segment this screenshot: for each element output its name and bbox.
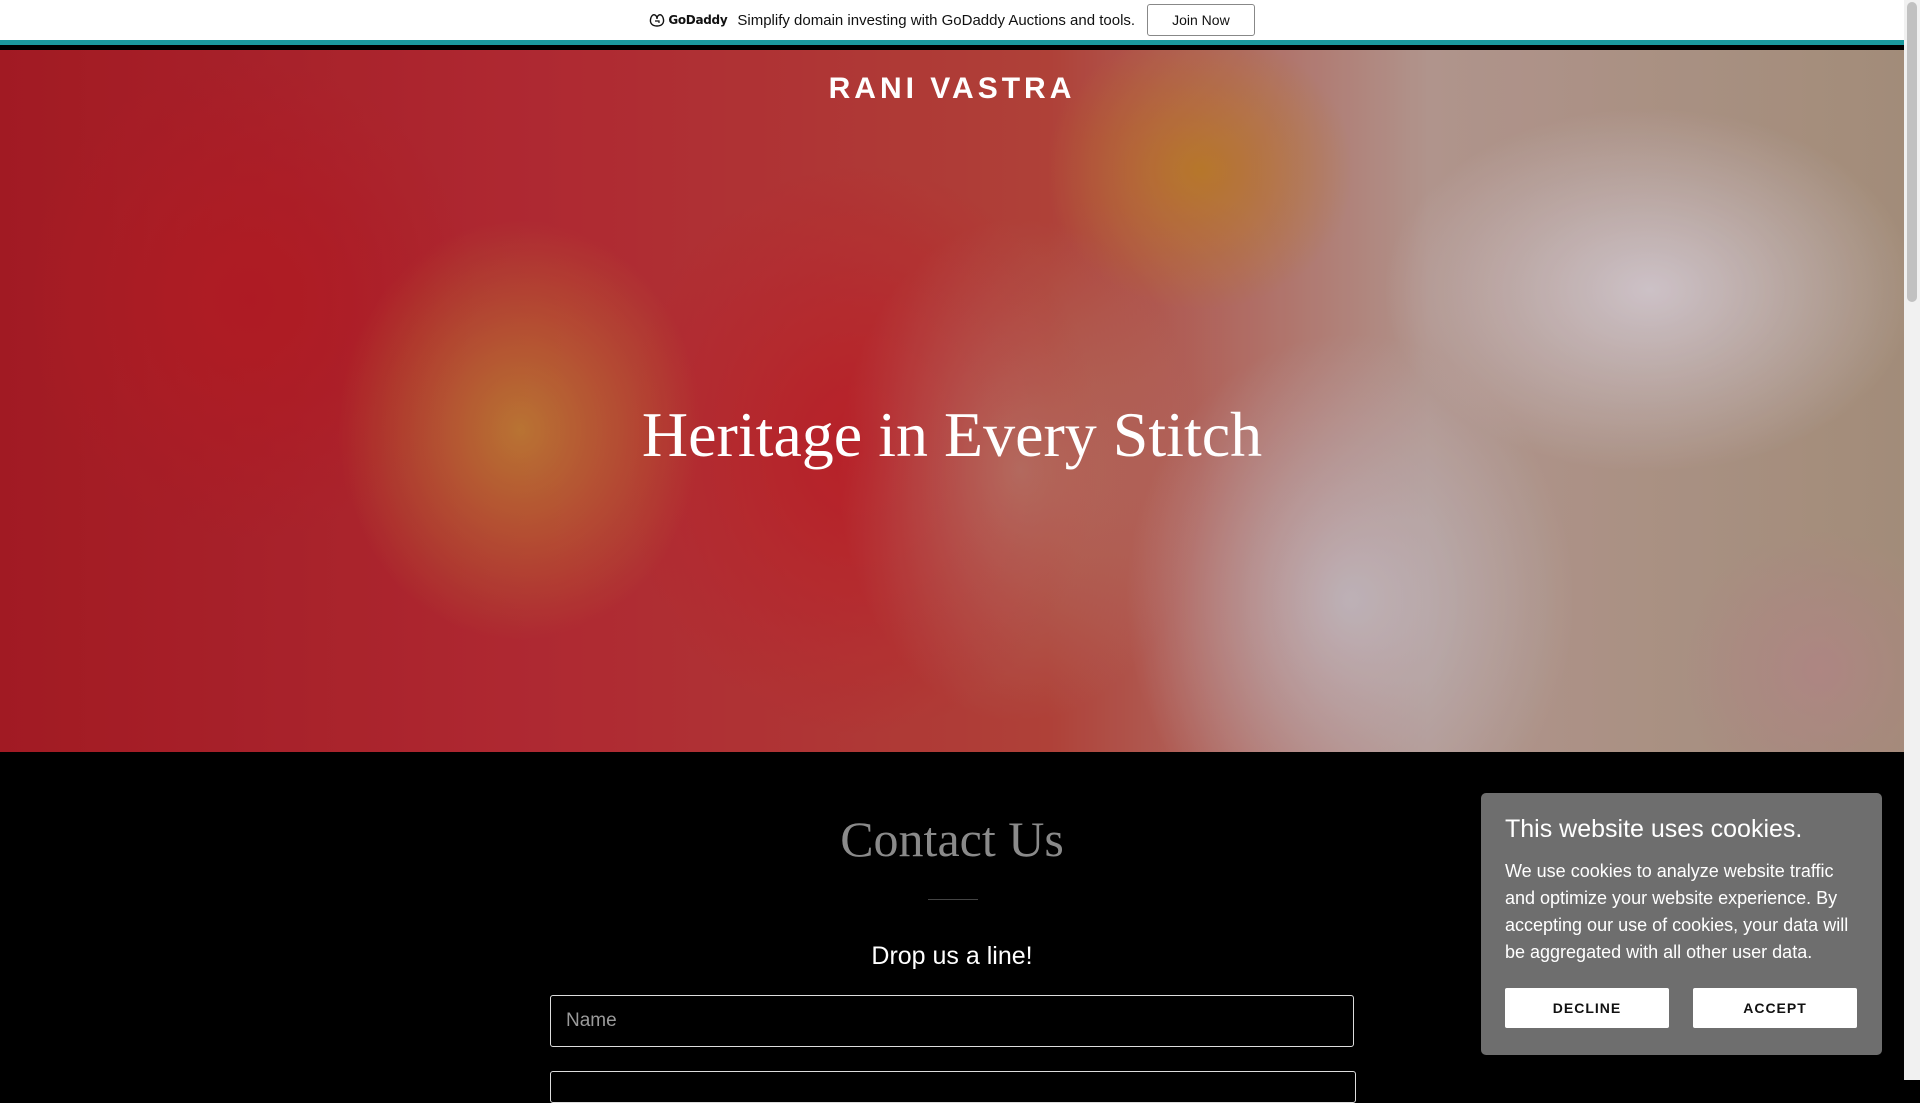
- cookie-banner: This website uses cookies. We use cookie…: [1481, 793, 1882, 1055]
- scrollbar-thumb[interactable]: [1907, 2, 1917, 302]
- hero-headline: Heritage in Every Stitch: [641, 399, 1263, 470]
- banner-message: Simplify domain investing with GoDaddy A…: [737, 11, 1136, 29]
- section-divider: [928, 899, 978, 900]
- godaddy-logo-text: GoDaddy: [668, 13, 728, 27]
- cookie-title: This website uses cookies.: [1505, 815, 1803, 843]
- promo-banner: GoDaddy Simplify domain investing with G…: [0, 0, 1904, 45]
- join-now-button[interactable]: Join Now: [1147, 4, 1255, 36]
- hero-section: RANI VASTRA Heritage in Every Stitch: [0, 50, 1904, 752]
- email-input[interactable]: [550, 1071, 1356, 1103]
- godaddy-logo[interactable]: GoDaddy: [649, 13, 728, 27]
- godaddy-logo-icon: [650, 14, 665, 27]
- accept-button[interactable]: ACCEPT: [1693, 988, 1857, 1028]
- decline-button[interactable]: DECLINE: [1505, 988, 1669, 1028]
- page-scrollbar[interactable]: [1904, 0, 1920, 1080]
- name-input[interactable]: [550, 995, 1354, 1047]
- cookie-actions: DECLINE ACCEPT: [1505, 988, 1857, 1028]
- site-brand[interactable]: RANI VASTRA: [0, 72, 1904, 106]
- cookie-body: We use cookies to analyze website traffi…: [1505, 861, 1849, 962]
